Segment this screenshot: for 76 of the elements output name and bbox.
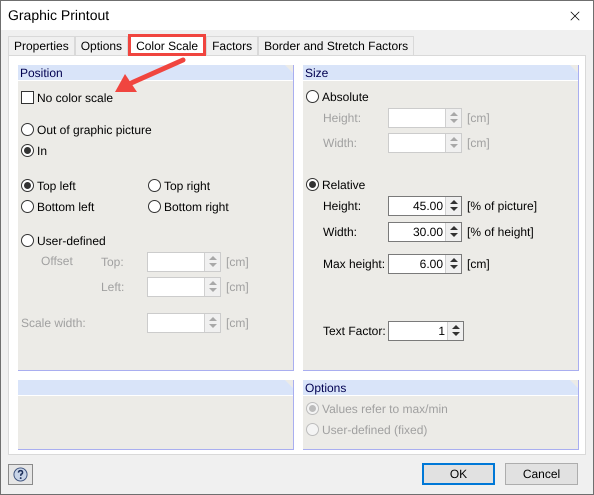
unit-label: [cm] bbox=[467, 134, 490, 152]
field-label: Width: bbox=[323, 224, 358, 240]
spin-up-icon bbox=[452, 324, 460, 328]
offset-label: Offset bbox=[40, 253, 74, 270]
radio-button[interactable] bbox=[148, 200, 161, 213]
window-title: Graphic Printout bbox=[8, 6, 110, 25]
spin-up-icon bbox=[450, 112, 458, 116]
spin-down-icon bbox=[452, 332, 460, 336]
spin-up-icon bbox=[208, 280, 216, 284]
dialog-button[interactable]: Cancel bbox=[505, 463, 578, 485]
spin-down-icon bbox=[450, 118, 458, 122]
tab[interactable]: Options bbox=[74, 36, 128, 55]
radio-button[interactable] bbox=[21, 234, 34, 247]
group-header: Size bbox=[303, 65, 578, 81]
radio-button[interactable] bbox=[306, 178, 319, 191]
field-label: Top: bbox=[101, 254, 125, 270]
spin-down-icon bbox=[450, 232, 458, 236]
radio-button[interactable] bbox=[21, 123, 34, 136]
field-label: Left: bbox=[101, 278, 126, 296]
field-label: Height: bbox=[323, 110, 362, 126]
radio-label[interactable]: Top right bbox=[164, 176, 210, 194]
number-field[interactable]: 45.00 bbox=[388, 196, 462, 216]
spin-down-icon bbox=[450, 264, 458, 268]
tab[interactable]: Properties bbox=[8, 36, 75, 55]
group-header: Options bbox=[303, 380, 578, 396]
radio-button[interactable] bbox=[148, 179, 161, 192]
radio-label[interactable]: Absolute bbox=[322, 88, 369, 106]
spin-up-icon bbox=[208, 316, 216, 320]
spin-down-icon bbox=[208, 288, 216, 292]
number-field[interactable]: 30.00 bbox=[388, 222, 462, 242]
radio-label[interactable]: Relative bbox=[322, 176, 366, 194]
unit-label: [cm] bbox=[226, 254, 249, 270]
spin-down-icon bbox=[208, 262, 216, 266]
spin-down-icon bbox=[208, 324, 216, 328]
spinner-button[interactable] bbox=[445, 222, 461, 240]
checkbox-option[interactable]: No color scale bbox=[21, 87, 114, 108]
radio-label[interactable]: Bottom right bbox=[164, 198, 229, 216]
tab[interactable]: Factors bbox=[206, 36, 258, 55]
spin-up-icon bbox=[450, 226, 458, 230]
field-label: Scale width: bbox=[21, 314, 87, 332]
help-icon bbox=[13, 466, 28, 482]
group-header: Position bbox=[18, 65, 293, 81]
unit-label: [% of picture] bbox=[467, 198, 538, 214]
spin-up-icon bbox=[450, 258, 458, 262]
radio-label[interactable]: Out of graphic picture bbox=[37, 120, 152, 138]
spin-up-icon bbox=[450, 136, 458, 140]
tab[interactable]: Border and Stretch Factors bbox=[258, 36, 414, 55]
spin-up-icon bbox=[208, 256, 216, 260]
tab[interactable]: Color Scale bbox=[128, 34, 206, 56]
unit-label: [cm] bbox=[226, 314, 249, 332]
spinner-button[interactable] bbox=[445, 196, 461, 214]
radio-label[interactable]: In bbox=[37, 142, 48, 160]
number-field[interactable]: 6.00 bbox=[388, 254, 462, 274]
radio-label[interactable]: Top left bbox=[37, 176, 76, 194]
unit-label: [cm] bbox=[226, 278, 249, 296]
spin-down-icon bbox=[450, 144, 458, 148]
spin-up-icon bbox=[450, 200, 458, 204]
field-label: Width: bbox=[323, 134, 358, 152]
radio-label[interactable]: Bottom left bbox=[37, 198, 94, 216]
spin-down-icon bbox=[450, 206, 458, 210]
field-label: Text Factor: bbox=[323, 322, 387, 340]
spinner-button[interactable] bbox=[445, 254, 461, 272]
radio-button[interactable] bbox=[21, 200, 34, 213]
unit-label: [cm] bbox=[467, 110, 490, 126]
spinner-button[interactable] bbox=[447, 322, 463, 340]
radio-label[interactable]: User-defined bbox=[37, 232, 106, 250]
radio-button[interactable] bbox=[21, 144, 34, 157]
field-label: Max height: bbox=[323, 256, 386, 272]
dialog-button[interactable]: OK bbox=[422, 463, 495, 485]
help-button[interactable] bbox=[8, 464, 33, 484]
unit-label: [% of height] bbox=[467, 224, 534, 240]
unit-label: [cm] bbox=[467, 256, 490, 272]
field-label: Height: bbox=[323, 198, 362, 214]
radio-button[interactable] bbox=[21, 179, 34, 192]
number-field[interactable]: 1 bbox=[388, 320, 464, 340]
radio-button[interactable] bbox=[306, 90, 319, 103]
